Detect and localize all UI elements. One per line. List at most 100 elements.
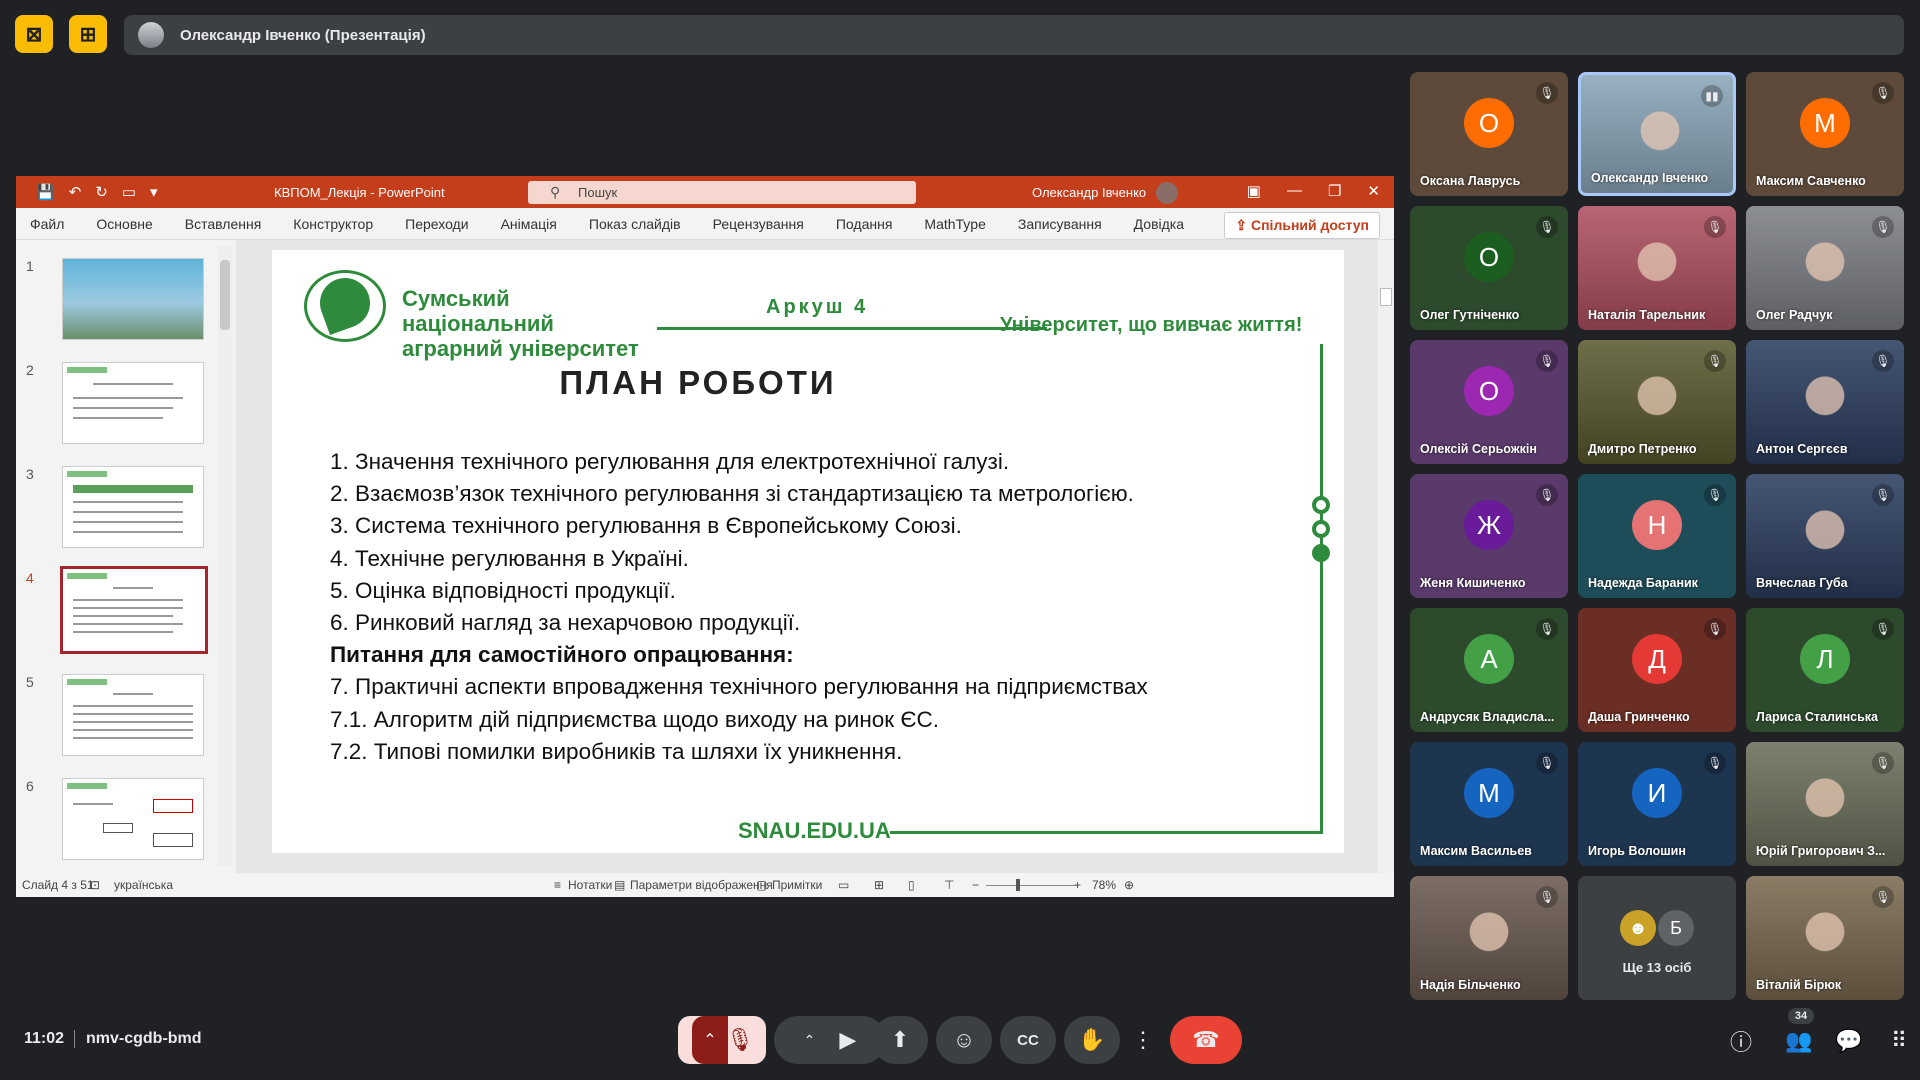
people-icon[interactable]: 👥 <box>1784 1026 1814 1056</box>
undo-icon[interactable]: ↶ <box>69 183 82 201</box>
tab-view[interactable]: Подання <box>836 216 893 232</box>
language[interactable]: українська <box>114 878 173 892</box>
slide-scrollbar[interactable] <box>1378 240 1394 873</box>
zoom-slider[interactable] <box>986 885 1076 886</box>
layout-icon[interactable]: ⊞ <box>69 15 107 53</box>
reading-view-icon[interactable]: ▯ <box>908 878 915 892</box>
more-participants-tile[interactable]: ☻ Б Ще 13 осіб <box>1578 876 1736 1000</box>
redo-icon[interactable]: ↻ <box>95 183 108 201</box>
tab-file[interactable]: Файл <box>30 216 64 232</box>
participant-tile[interactable]: Д 🎙 Даша Гринченко <box>1578 608 1736 732</box>
close-icon[interactable]: ✕ <box>1367 182 1380 200</box>
present-from-start-icon[interactable]: ▭ <box>122 183 136 201</box>
camera-icon[interactable]: ▶ <box>839 1027 856 1053</box>
participant-name: Олександр Івченко <box>1591 171 1709 185</box>
ppt-user-avatar[interactable] <box>1156 182 1178 204</box>
participant-tile[interactable]: Л 🎙 Лариса Сталинська <box>1746 608 1904 732</box>
zoom-in-icon[interactable]: + <box>1074 878 1081 892</box>
decor-dot-filled <box>1312 544 1330 562</box>
speaking-icon: ▮▮ <box>1701 85 1723 107</box>
participant-tile[interactable]: О 🎙 Олексій Серьожкін <box>1410 340 1568 464</box>
more-options-button[interactable]: ⋮ <box>1128 1016 1158 1064</box>
camera-toggle[interactable]: ⌃ ▶ <box>774 1016 886 1064</box>
tab-design[interactable]: Конструктор <box>293 216 373 232</box>
tab-help[interactable]: Довідка <box>1134 216 1184 232</box>
present-button[interactable]: ⬆ <box>872 1016 928 1064</box>
chevron-up-icon[interactable]: ⌃ <box>804 1032 816 1049</box>
participant-tile[interactable]: 🎙 Антон Сергєєв <box>1746 340 1904 464</box>
participant-tile[interactable]: М 🎙 Максим Васильев <box>1410 742 1568 866</box>
participant-tile[interactable]: Ж 🎙 Женя Кишиченко <box>1410 474 1568 598</box>
normal-view-icon[interactable]: ▭ <box>838 878 849 892</box>
thumb-image <box>62 674 204 756</box>
tab-mathtype[interactable]: MathType <box>924 216 985 232</box>
participant-tile[interactable]: О 🎙 Оксана Лаврусь <box>1410 72 1568 196</box>
leave-call-button[interactable]: ☎ <box>1170 1016 1242 1064</box>
captions-button[interactable]: CC <box>1000 1016 1056 1064</box>
mic-muted-icon: 🎙 <box>1536 752 1558 774</box>
participant-tile[interactable]: 🎙 Віталій Бірюк <box>1746 876 1904 1000</box>
ribbon-display-icon[interactable]: ▣ <box>1247 182 1261 200</box>
meeting-info-icon[interactable]: ⓘ <box>1726 1026 1756 1056</box>
tab-home[interactable]: Основне <box>96 216 152 232</box>
slideshow-icon[interactable]: ⊤ <box>944 878 954 892</box>
zoom-level[interactable]: 78% <box>1092 878 1116 892</box>
participant-tile[interactable]: М 🎙 Максим Савченко <box>1746 72 1904 196</box>
current-slide[interactable]: Сумський національний аграрний університ… <box>272 250 1344 853</box>
slide-sorter-icon[interactable]: ⊞ <box>874 878 884 892</box>
reactions-button[interactable]: ☺ <box>936 1016 992 1064</box>
participant-tile[interactable]: И 🎙 Игорь Волошин <box>1578 742 1736 866</box>
activities-icon[interactable]: ⠿ <box>1884 1026 1914 1056</box>
thumbnail-slide[interactable]: 6 <box>26 778 206 862</box>
zoom-out-icon[interactable]: − <box>972 878 979 892</box>
minimize-icon[interactable]: — <box>1287 182 1302 200</box>
mic-off-icon[interactable]: 🎙 <box>726 1027 754 1053</box>
participant-name: Віталій Бірюк <box>1756 978 1842 992</box>
thumbnail-slide-active[interactable]: 4 <box>26 566 208 654</box>
tab-record[interactable]: Записування <box>1018 216 1102 232</box>
tab-slideshow[interactable]: Показ слайдів <box>589 216 681 232</box>
participant-tile[interactable]: 🎙 Олег Радчук <box>1746 206 1904 330</box>
search-icon: ⚲ <box>550 184 561 200</box>
presentation-off-icon[interactable]: ⊠ <box>15 15 53 53</box>
restore-icon[interactable]: ❐ <box>1328 182 1341 200</box>
participant-tile[interactable]: 🎙 Дмитро Петренко <box>1578 340 1736 464</box>
fit-to-window-icon[interactable]: ⊕ <box>1124 878 1134 892</box>
thumbnail-slide[interactable]: 5 <box>26 674 206 758</box>
site-url: SNAU.EDU.UA <box>738 818 891 843</box>
participant-name: Женя Кишиченко <box>1420 576 1526 590</box>
participant-tile[interactable]: 🎙 Юрій Григорович З... <box>1746 742 1904 866</box>
zoom-slider-thumb[interactable] <box>1016 879 1020 891</box>
participant-tile[interactable]: 🎙 Надія Більченко <box>1410 876 1568 1000</box>
participant-tile[interactable]: О 🎙 Олег Гутніченко <box>1410 206 1568 330</box>
comments-button[interactable]: Примітки <box>772 878 822 892</box>
thumb-number: 3 <box>26 466 34 482</box>
participant-name: Максим Васильев <box>1420 844 1532 858</box>
tab-review[interactable]: Рецензування <box>713 216 804 232</box>
display-settings-button[interactable]: Параметри відображення <box>630 878 773 892</box>
raise-hand-button[interactable]: ✋ <box>1064 1016 1120 1064</box>
participant-tile[interactable]: А 🎙 Андрусяк Владисла... <box>1410 608 1568 732</box>
tab-animations[interactable]: Анімація <box>501 216 557 232</box>
customize-toolbar-icon[interactable]: ▾ <box>150 183 158 201</box>
tab-transitions[interactable]: Переходи <box>405 216 468 232</box>
accessibility-icon[interactable]: ⊡ <box>90 878 100 892</box>
share-button[interactable]: ⇪ Спільний доступ <box>1224 212 1380 239</box>
ppt-search-box[interactable]: ⚲ Пошук <box>528 181 916 204</box>
thumbnails-scrollbar[interactable] <box>218 246 232 866</box>
mic-toggle[interactable]: ⌃ 🎙 <box>678 1016 766 1064</box>
bottom-line <box>890 831 1322 834</box>
thumbnail-slide[interactable]: 3 <box>26 466 206 550</box>
search-placeholder: Пошук <box>578 185 618 200</box>
save-icon[interactable]: 💾 <box>36 183 55 201</box>
participant-tile[interactable]: 🎙 Наталія Тарельник <box>1578 206 1736 330</box>
chat-icon[interactable]: 💬 <box>1834 1026 1864 1056</box>
thumbnail-slide[interactable]: 2 <box>26 362 206 446</box>
chevron-up-icon[interactable]: ⌃ <box>692 1016 728 1064</box>
participant-tile[interactable]: ▮▮ Олександр Івченко <box>1578 72 1736 196</box>
thumbnail-slide[interactable]: 1 <box>26 258 206 342</box>
participant-tile[interactable]: Н 🎙 Надежда Бараник <box>1578 474 1736 598</box>
participant-tile[interactable]: 🎙 Вячеслав Губа <box>1746 474 1904 598</box>
notes-button[interactable]: Нотатки <box>568 878 612 892</box>
tab-insert[interactable]: Вставлення <box>185 216 262 232</box>
